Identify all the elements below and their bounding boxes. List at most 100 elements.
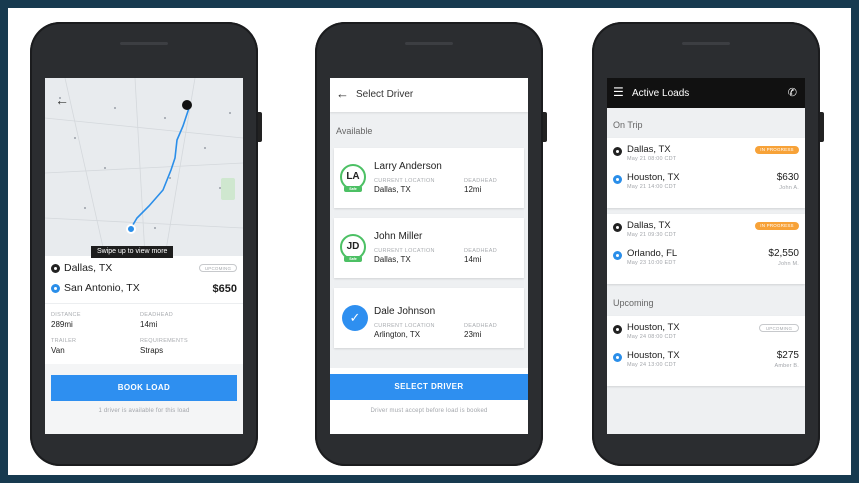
destination-pin-icon bbox=[613, 175, 622, 184]
phone-active-loads: ☰ Active Loads ✆ On Trip Dallas, TX May … bbox=[592, 22, 824, 466]
driver-name: Amber B. bbox=[774, 363, 799, 369]
load-price: $2,550 bbox=[768, 248, 799, 259]
status-badge: In Progress bbox=[755, 222, 799, 230]
origin-date: May 21 08:00 CDT bbox=[627, 156, 677, 162]
checkmark-icon: ✓ bbox=[342, 305, 368, 331]
trailer-label: Trailer bbox=[51, 338, 77, 344]
screen: ☰ Active Loads ✆ On Trip Dallas, TX May … bbox=[607, 78, 805, 434]
driver-deadhead: 12mi bbox=[464, 185, 482, 194]
origin-city: Dallas, TX bbox=[64, 262, 113, 274]
destination-pin-icon bbox=[613, 251, 622, 260]
origin-pin-icon bbox=[613, 325, 622, 334]
driver-name: John A. bbox=[779, 185, 799, 191]
map[interactable]: ← Swipe up to view more bbox=[45, 78, 243, 258]
load-price: $630 bbox=[776, 172, 799, 183]
destination-date: May 21 14:00 CDT bbox=[627, 184, 677, 190]
deadhead-label: Deadhead bbox=[464, 248, 497, 254]
destination-pin-icon bbox=[613, 353, 622, 362]
location-label: Current Location bbox=[374, 248, 435, 254]
destination-pin-icon bbox=[51, 284, 60, 293]
origin-pin-icon bbox=[51, 264, 60, 273]
driver-name: John Miller bbox=[374, 231, 423, 242]
side-button bbox=[258, 112, 262, 142]
phone-load-detail: ← Swipe up to view more Dallas, TX Upcom… bbox=[30, 22, 262, 466]
origin-date: May 21 09:30 CDT bbox=[627, 232, 677, 238]
app-bar: ☰ Active Loads ✆ bbox=[607, 78, 805, 108]
page-title: Select Driver bbox=[356, 89, 414, 100]
driver-card[interactable]: LA Safe Larry Anderson Current Location D… bbox=[334, 148, 524, 208]
deadhead-label: Deadhead bbox=[464, 323, 497, 329]
origin-pin-icon bbox=[613, 223, 622, 232]
origin-marker-icon bbox=[182, 100, 192, 110]
destination-city: Houston, TX bbox=[627, 350, 680, 361]
driver-location: Dallas, TX bbox=[374, 185, 411, 194]
requirements-value: Straps bbox=[140, 346, 164, 355]
back-arrow-icon[interactable]: ← bbox=[55, 92, 69, 108]
canvas: ← Swipe up to view more Dallas, TX Upcom… bbox=[8, 8, 851, 475]
availability-note: 1 driver is available for this load bbox=[98, 408, 190, 414]
app-bar: ← Select Driver bbox=[330, 78, 528, 112]
phone-icon[interactable]: ✆ bbox=[788, 86, 797, 99]
driver-card-selected[interactable]: ✓ Dale Johnson Current Location Arlingto… bbox=[334, 288, 524, 348]
status-badge: Upcoming bbox=[199, 264, 237, 272]
driver-card[interactable]: JD Safe John Miller Current Location Dall… bbox=[334, 218, 524, 278]
destination-city: San Antonio, TX bbox=[64, 282, 140, 294]
load-card[interactable]: Houston, TX May 24 08:00 CDT Upcoming Ho… bbox=[607, 316, 805, 386]
destination-marker-icon bbox=[126, 224, 136, 234]
section-available: Available bbox=[336, 126, 373, 136]
page-title: Active Loads bbox=[632, 88, 690, 99]
load-card[interactable]: Dallas, TX May 21 08:00 CDT In Progress … bbox=[607, 138, 805, 208]
phone-select-driver: ← Select Driver Available LA Safe Larry A… bbox=[315, 22, 547, 466]
requirements-label: Requirements bbox=[140, 338, 188, 344]
trailer-value: Van bbox=[51, 346, 65, 355]
avatar: LA Safe bbox=[340, 164, 366, 192]
swipe-tooltip: Swipe up to view more bbox=[91, 246, 174, 258]
safe-badge: Safe bbox=[344, 186, 362, 192]
destination-date: May 24 13:00 CDT bbox=[627, 362, 677, 368]
deadhead-value: 14mi bbox=[140, 320, 158, 329]
section-on-trip: On Trip bbox=[613, 120, 643, 130]
deadhead-label: Deadhead bbox=[464, 178, 497, 184]
origin-pin-icon bbox=[613, 147, 622, 156]
deadhead-label: Deadhead bbox=[140, 312, 173, 318]
status-badge: In Progress bbox=[755, 146, 799, 154]
load-card[interactable]: Dallas, TX May 21 09:30 CDT In Progress … bbox=[607, 214, 805, 284]
driver-location: Arlington, TX bbox=[374, 330, 421, 339]
section-upcoming: Upcoming bbox=[613, 298, 654, 308]
status-badge: Upcoming bbox=[759, 324, 799, 332]
speaker bbox=[120, 42, 168, 45]
driver-deadhead: 14mi bbox=[464, 255, 482, 264]
destination-city: Orlando, FL bbox=[627, 248, 678, 259]
origin-city: Dallas, TX bbox=[627, 144, 671, 155]
driver-deadhead: 23mi bbox=[464, 330, 482, 339]
book-load-button[interactable]: BOOK LOAD bbox=[51, 375, 237, 401]
speaker bbox=[405, 42, 453, 45]
driver-location: Dallas, TX bbox=[374, 255, 411, 264]
destination-date: May 23 10:00 EDT bbox=[627, 260, 677, 266]
load-price: $275 bbox=[776, 350, 799, 361]
select-driver-button[interactable]: SELECT DRIVER bbox=[330, 374, 528, 400]
divider bbox=[45, 303, 243, 304]
destination-city: Houston, TX bbox=[627, 172, 680, 183]
menu-icon[interactable]: ☰ bbox=[613, 85, 624, 99]
distance-label: Distance bbox=[51, 312, 81, 318]
avatar: JD Safe bbox=[340, 234, 366, 262]
origin-city: Dallas, TX bbox=[627, 220, 671, 231]
back-arrow-icon[interactable]: ← bbox=[336, 86, 349, 101]
map-route-svg bbox=[45, 78, 243, 256]
load-price: $650 bbox=[212, 283, 237, 295]
driver-name: Larry Anderson bbox=[374, 161, 442, 172]
location-label: Current Location bbox=[374, 323, 435, 329]
driver-name: Dale Johnson bbox=[374, 306, 436, 317]
distance-value: 289mi bbox=[51, 320, 73, 329]
side-button bbox=[820, 112, 824, 142]
screen: ← Select Driver Available LA Safe Larry A… bbox=[330, 78, 528, 434]
origin-city: Houston, TX bbox=[627, 322, 680, 333]
safe-badge: Safe bbox=[344, 256, 362, 262]
side-button bbox=[543, 112, 547, 142]
select-driver-note: Driver must accept before load is booked bbox=[370, 408, 488, 414]
driver-name: John M. bbox=[778, 261, 799, 267]
screen: ← Swipe up to view more Dallas, TX Upcom… bbox=[45, 78, 243, 434]
location-label: Current Location bbox=[374, 178, 435, 184]
origin-date: May 24 08:00 CDT bbox=[627, 334, 677, 340]
